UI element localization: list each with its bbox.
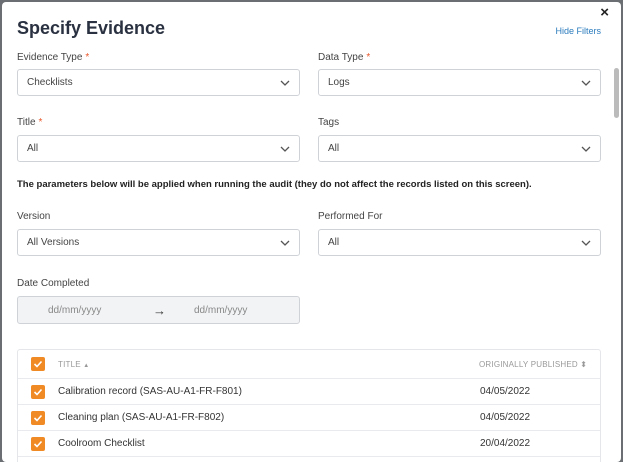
table-header-row: TITLE ▲ ORIGINALLY PUBLISHED ⬍ (18, 350, 600, 379)
select-all-checkbox[interactable] (31, 357, 45, 371)
published-column-header[interactable]: ORIGINALLY PUBLISHED ⬍ (479, 360, 587, 369)
evidence-type-label: Evidence Type * (17, 52, 89, 63)
row-published-date: 04/05/2022 (480, 386, 531, 397)
specify-evidence-dialog: × Hide Filters Specify Evidence Evidence… (2, 2, 621, 462)
audit-parameters-note: The parameters below will be applied whe… (17, 179, 532, 190)
data-type-label: Data Type * (318, 52, 370, 63)
check-icon (33, 388, 43, 396)
row-published-date: 20/04/2022 (480, 438, 531, 449)
version-value: All Versions (27, 237, 80, 248)
sort-asc-icon: ▲ (83, 362, 90, 369)
title-select[interactable]: All (17, 135, 300, 162)
required-marker: * (366, 52, 371, 63)
evidence-type-select[interactable]: Checklists (17, 69, 300, 96)
title-value: All (27, 143, 39, 154)
version-select[interactable]: All Versions (17, 229, 300, 256)
check-icon (33, 414, 43, 422)
table-row[interactable]: Coolroom Checklist 20/04/2022 (18, 431, 600, 457)
evidence-table: TITLE ▲ ORIGINALLY PUBLISHED ⬍ Calibrati… (17, 349, 601, 462)
performed-for-label: Performed For (318, 211, 383, 222)
data-type-label-text: Data Type (318, 52, 364, 63)
row-title: Cleaning plan (SAS-AU-A1-FR-F802) (58, 412, 225, 423)
chevron-down-icon (280, 80, 290, 86)
scrollbar[interactable] (614, 68, 619, 118)
title-label: Title * (17, 117, 42, 128)
row-checkbox[interactable] (31, 436, 45, 451)
tags-label: Tags (318, 117, 340, 128)
arrow-right-icon: → (153, 302, 166, 318)
date-to-input[interactable]: dd/mm/yyyy (194, 305, 247, 316)
title-column-header[interactable]: TITLE ▲ (58, 360, 89, 369)
chevron-down-icon (280, 146, 290, 152)
evidence-type-label-text: Evidence Type (17, 52, 83, 63)
data-type-select[interactable]: Logs (318, 69, 601, 96)
published-header-label: ORIGINALLY PUBLISHED (479, 359, 578, 369)
check-icon (33, 360, 43, 368)
data-type-value: Logs (328, 77, 350, 88)
row-published-date: 04/05/2022 (480, 412, 531, 423)
close-icon[interactable]: × (600, 5, 609, 20)
required-marker: * (38, 117, 43, 128)
date-range-input: dd/mm/yyyy → dd/mm/yyyy (17, 296, 300, 324)
title-label-text: Title (17, 117, 36, 128)
chevron-down-icon (581, 146, 591, 152)
chevron-down-icon (280, 240, 290, 246)
row-checkbox[interactable] (31, 410, 45, 425)
table-row[interactable]: Cleaning plan (SAS-AU-A1-FR-F802) 04/05/… (18, 405, 600, 431)
required-marker: * (85, 52, 90, 63)
row-title: Calibration record (SAS-AU-A1-FR-F801) (58, 386, 242, 397)
hide-filters-link[interactable]: Hide Filters (555, 26, 601, 36)
dialog-title: Specify Evidence (17, 18, 166, 38)
date-from-input[interactable]: dd/mm/yyyy (48, 305, 101, 316)
tags-value: All (328, 143, 340, 154)
version-label: Version (17, 211, 51, 222)
performed-for-select[interactable]: All (318, 229, 601, 256)
chevron-down-icon (581, 80, 591, 86)
table-row[interactable]: Calibration record (SAS-AU-A1-FR-F801) 0… (18, 379, 600, 405)
sort-icon: ⬍ (580, 359, 588, 369)
row-checkbox[interactable] (31, 384, 45, 399)
tags-select[interactable]: All (318, 135, 601, 162)
row-title: Coolroom Checklist (58, 438, 145, 449)
date-completed-label: Date Completed (17, 278, 90, 289)
chevron-down-icon (581, 240, 591, 246)
performed-for-value: All (328, 237, 340, 248)
title-header-label: TITLE (58, 359, 81, 369)
check-icon (33, 440, 43, 448)
evidence-type-value: Checklists (27, 77, 73, 88)
